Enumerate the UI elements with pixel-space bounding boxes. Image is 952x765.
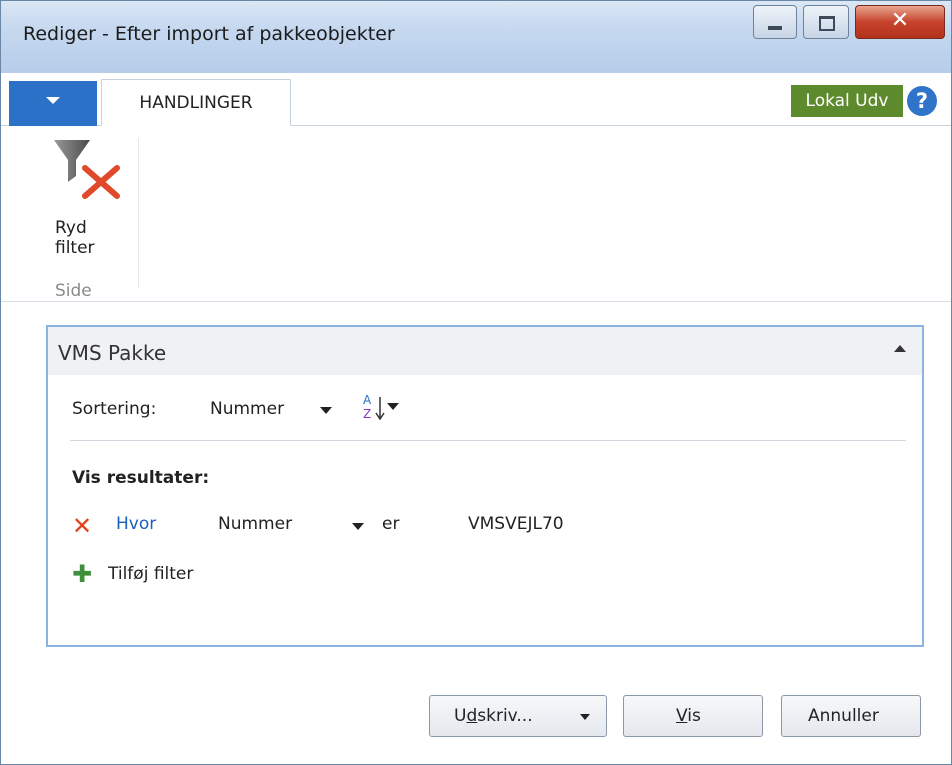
ribbon-tab-bar: HANDLINGER Lokal Udv ? (1, 73, 951, 126)
filter-operator: er (382, 514, 400, 534)
maximize-button[interactable] (803, 5, 849, 39)
ribbon-group-separator (138, 138, 139, 288)
cancel-button[interactable]: Annuller (781, 695, 921, 737)
panel-header[interactable]: VMS Pakke (48, 327, 922, 375)
collapse-chevron-icon[interactable] (894, 345, 906, 352)
add-filter-icon[interactable]: ✚ (72, 562, 92, 586)
sort-value: Nummer (210, 399, 285, 419)
show-button[interactable]: Vis (623, 695, 763, 737)
dialog-window: Rediger - Efter import af pakkeobjekter … (0, 0, 952, 765)
remove-filter-icon[interactable]: ✕ (72, 514, 92, 538)
panel-title: VMS Pakke (58, 341, 167, 365)
clear-filter-button[interactable]: Ryd filter Side (45, 136, 123, 301)
chevron-down-icon (320, 407, 332, 414)
help-icon[interactable]: ? (907, 86, 937, 116)
filter-field: Nummer (218, 514, 293, 534)
clear-filter-icon (54, 140, 120, 199)
results-heading: Vis resultater: (72, 468, 210, 488)
sort-field-dropdown[interactable]: Nummer (210, 393, 340, 425)
sort-az-icon: A Z (363, 393, 399, 421)
show-label: Vis (676, 706, 701, 726)
group-label-side: Side (55, 281, 92, 301)
chevron-down-icon (580, 714, 590, 720)
dropdown-arrow-icon (46, 97, 60, 104)
panel-divider (70, 440, 906, 441)
add-filter-link[interactable]: Tilføj filter (108, 564, 193, 584)
environment-badge: Lokal Udv (791, 85, 903, 117)
filter-field-dropdown[interactable]: Nummer (218, 508, 378, 540)
print-label: Udskriv... (454, 706, 533, 726)
chevron-down-icon (352, 523, 364, 530)
title-bar[interactable]: Rediger - Efter import af pakkeobjekter … (1, 1, 951, 73)
window-title: Rediger - Efter import af pakkeobjekter (23, 23, 395, 45)
close-button[interactable]: ✕ (855, 5, 945, 39)
sort-label: Sortering: (72, 399, 157, 419)
maximize-icon (819, 16, 835, 31)
close-icon: ✕ (890, 8, 910, 33)
vms-pakke-panel: VMS Pakke Sortering: Nummer A Z Vis resu… (46, 325, 924, 647)
app-menu-button[interactable] (9, 81, 97, 126)
svg-text:Z: Z (363, 407, 371, 421)
filter-where-link[interactable]: Hvor (116, 514, 156, 534)
filter-value-field[interactable]: VMSVEJL70 (468, 514, 564, 534)
tab-label: HANDLINGER (139, 93, 253, 113)
clear-filter-label: Ryd filter (55, 218, 95, 258)
tab-handlinger[interactable]: HANDLINGER (101, 79, 291, 126)
cancel-label: Annuller (808, 706, 879, 726)
minimize-button[interactable] (753, 5, 797, 39)
minimize-icon (768, 26, 782, 30)
sort-order-dropdown[interactable]: A Z (360, 391, 416, 425)
svg-text:A: A (363, 393, 372, 407)
ribbon: Ryd filter Side (1, 126, 951, 302)
print-button[interactable]: Udskriv... (429, 695, 607, 737)
